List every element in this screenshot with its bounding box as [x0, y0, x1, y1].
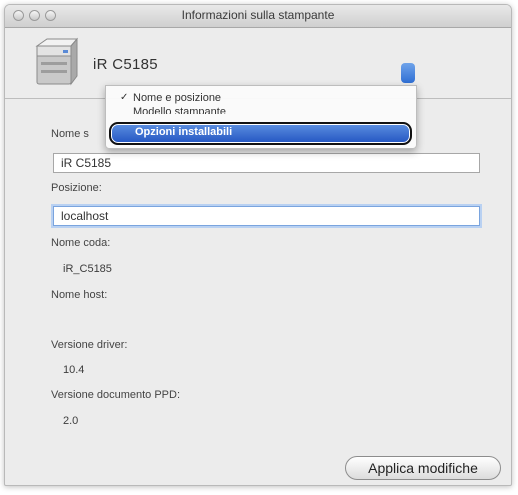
checkmark-icon: ✓	[120, 92, 129, 103]
menu-item-name-location[interactable]: ✓ Nome e posizione	[106, 92, 416, 106]
menu-item-label: Nome e posizione	[133, 92, 222, 104]
driver-version-label: Versione driver:	[51, 339, 128, 351]
section-popup-arrow[interactable]	[401, 63, 415, 83]
printer-icon	[35, 37, 79, 86]
window-title: Informazioni sulla stampante	[181, 8, 335, 22]
queue-name-value: iR_C5185	[63, 263, 112, 275]
menu-item-label: Opzioni installabili	[135, 126, 233, 138]
printer-info-window: Informazioni sulla stampante iR C5185 No…	[4, 4, 512, 486]
menu-item-label: Modello stampante	[133, 106, 226, 114]
printer-name-label: Nome s	[51, 128, 89, 140]
location-field[interactable]	[53, 206, 480, 226]
location-label: Posizione:	[51, 182, 102, 194]
host-name-label: Nome host:	[51, 289, 108, 301]
title-bar[interactable]: Informazioni sulla stampante	[5, 5, 511, 28]
ppd-version-label: Versione documento PPD:	[51, 389, 181, 401]
printer-name: iR C5185	[93, 56, 158, 73]
menu-item-printer-model[interactable]: Modello stampante	[106, 106, 416, 114]
queue-name-label: Nome coda:	[51, 237, 111, 249]
printer-name-field[interactable]	[53, 153, 480, 173]
driver-version-value: 10.4	[63, 364, 85, 376]
ppd-version-value: 2.0	[63, 415, 79, 427]
apply-changes-button[interactable]: Applica modifiche	[345, 456, 501, 480]
section-dropdown-menu: ✓ Nome e posizione Modello stampante Opz…	[105, 85, 417, 149]
menu-item-installable-options[interactable]: Opzioni installabili	[109, 122, 412, 145]
